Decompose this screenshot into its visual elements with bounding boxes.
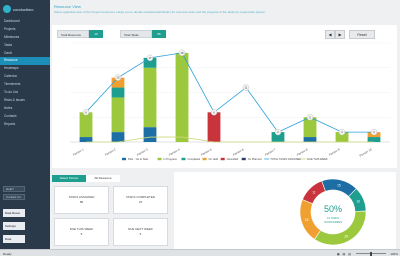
donut-segment-label: 11 — [312, 190, 316, 194]
page-title: Resource View — [54, 4, 81, 9]
legend-swatch — [181, 157, 186, 161]
x-tick-label: Person 3 — [136, 147, 149, 157]
legend-label: TOTAL TASKS ASSIGNED — [270, 157, 301, 161]
x-tick-label: Person 7 — [264, 147, 277, 157]
status-ready: Ready — [3, 251, 12, 256]
legend-label: DUE THIS WEEK — [307, 157, 328, 161]
sidebar-item-tasks[interactable]: Tasks — [0, 42, 50, 50]
card-tasks-assigned: TASKS ASSIGNED 86 — [54, 186, 109, 214]
sidebar-item-dashboard[interactable]: Dashboard — [0, 18, 50, 26]
donut-segment-label: 10 — [356, 199, 360, 203]
page-subtitle: Select graphical view of the Project res… — [54, 10, 266, 14]
app-window: conductimo Dashboard Projects Milestones Ta… — [0, 0, 400, 256]
sidebar-item-resource[interactable]: Resource — [0, 57, 50, 66]
donut-segment-label: 29 — [344, 234, 348, 238]
card-due-next-week: DUE NEXT WEEK 5 — [113, 218, 168, 246]
legend-swatch — [241, 157, 246, 161]
sidebar-item-heatmaps[interactable]: Heatmaps — [0, 65, 50, 73]
logo-text: conductimo — [13, 6, 34, 12]
donut-percent: 50% — [324, 204, 342, 214]
card-label: DUE THIS WEEK — [69, 227, 94, 231]
chart-panel: Total Resource 10 Total Tasks 86 ◀ ▶ Res… — [52, 25, 397, 168]
help-input[interactable]: Help? — [3, 186, 25, 192]
sidebar-item-calendar[interactable]: Calendar — [0, 73, 50, 81]
main-content: Resource View Select graphical view of t… — [50, 0, 400, 249]
x-tick-label: Person 10 — [359, 147, 373, 157]
settings-button[interactable]: Settings — [3, 222, 25, 230]
donut-segment-label: 15 — [337, 183, 341, 187]
x-tick-label: Person 8 — [296, 147, 309, 157]
tab-all-resource[interactable]: All Resource — [86, 175, 120, 182]
tab-select-person[interactable]: Select Person — [52, 175, 86, 182]
donut-segment — [314, 210, 367, 246]
contact-input[interactable]: Contact Us — [3, 194, 25, 200]
legend-swatch — [220, 157, 225, 161]
donut-segment — [299, 199, 322, 240]
sidebar-item-risks-issues[interactable]: Risks & Issues — [0, 97, 50, 105]
resource-chart: Person 1 Person 2 Person 3 Person 4 Person 5… — [70, 42, 390, 161]
legend-label: On Planned — [248, 157, 262, 161]
donut-panel: 50% 12 TASKS IN PROGRESS 15 10 29 18 11 — [174, 172, 396, 249]
legend-swatch — [157, 157, 162, 161]
line-due-this-week — [86, 136, 374, 143]
bar-segment — [143, 67, 157, 128]
sidebar-item-contacts[interactable]: Contacts — [0, 113, 50, 121]
x-tick-label: Person 5 — [200, 147, 213, 157]
sidebar-item-timesheets[interactable]: Timesheets — [0, 81, 50, 89]
x-tick-label: Person 9 — [328, 147, 341, 157]
card-tasks-completed: TASKS COMPLETED 15 — [113, 186, 168, 214]
card-value: 86 — [79, 200, 84, 204]
bar-segment — [207, 112, 221, 142]
data-reset-button[interactable]: Data Reset — [3, 209, 25, 217]
data-button[interactable]: Data — [3, 235, 25, 243]
card-value: 5 — [139, 232, 142, 236]
sidebar-item-to-do-list[interactable]: To-do List — [0, 89, 50, 97]
bar-segment — [111, 97, 125, 133]
status-bar: Ready ▦ ▤ ▥ 100% — [0, 249, 400, 256]
bar-segment — [143, 127, 157, 142]
x-tick-label: Person 4 — [168, 147, 181, 157]
donut-sub-1: 12 TASKS — [327, 216, 339, 220]
sidebar: conductimo Dashboard Projects Milestones Ta… — [0, 0, 50, 249]
zoom-slider-thumb[interactable] — [370, 251, 372, 256]
legend-label: Plan - Yet to Start — [128, 157, 148, 161]
bar-segment — [79, 112, 93, 138]
card-due-this-week: DUE THIS WEEK 5 — [54, 218, 109, 246]
bar-segment — [175, 52, 189, 142]
card-label: TASKS COMPLETED — [125, 195, 156, 199]
bar-segment — [79, 137, 93, 142]
sidebar-item-milestones[interactable]: Milestones — [0, 34, 50, 42]
bar-segment — [111, 87, 125, 98]
legend-swatch — [122, 157, 126, 161]
card-label: TASKS ASSIGNED — [68, 195, 95, 199]
bar-segment — [111, 132, 125, 142]
sidebar-item-reports[interactable]: Reports — [0, 121, 50, 129]
card-value: 5 — [80, 232, 83, 236]
progress-donut-chart: 50% 12 TASKS IN PROGRESS 15 10 29 18 11 — [299, 178, 367, 246]
view-mode-icons[interactable]: ▦ ▤ ▥ — [337, 252, 352, 256]
logo-icon — [3, 5, 11, 13]
x-tick-label: Person 1 — [72, 147, 85, 157]
sidebar-item-notes[interactable]: Notes — [0, 105, 50, 113]
legend-label: In Progress — [164, 157, 178, 161]
zoom-level: 100% — [390, 251, 398, 256]
resource-tabs: Select Person All Resource — [52, 175, 120, 182]
legend-label: On Hold — [209, 157, 219, 161]
legend-swatch — [202, 157, 207, 161]
card-label: DUE NEXT WEEK — [128, 227, 153, 231]
bar-segment — [303, 137, 317, 142]
legend-label: Cancelled — [227, 157, 239, 161]
sidebar-item-projects[interactable]: Projects — [0, 26, 50, 34]
sidebar-nav: Dashboard Projects Milestones Tasks Gantt Res… — [0, 18, 50, 128]
summary-panel: Select Person All Resource TASKS ASSIGNE… — [52, 172, 170, 249]
x-tick-label: Person 6 — [232, 147, 245, 157]
x-tick-label: Person 2 — [104, 147, 117, 157]
bar-segment — [367, 137, 381, 142]
donut-segment-label: 18 — [305, 218, 309, 222]
legend-label: Completed — [188, 157, 201, 161]
logo: conductimo — [3, 4, 49, 14]
card-value: 15 — [138, 200, 143, 204]
sidebar-item-gantt[interactable]: Gantt — [0, 50, 50, 58]
donut-sub-2: IN PROGRESS — [324, 220, 342, 224]
